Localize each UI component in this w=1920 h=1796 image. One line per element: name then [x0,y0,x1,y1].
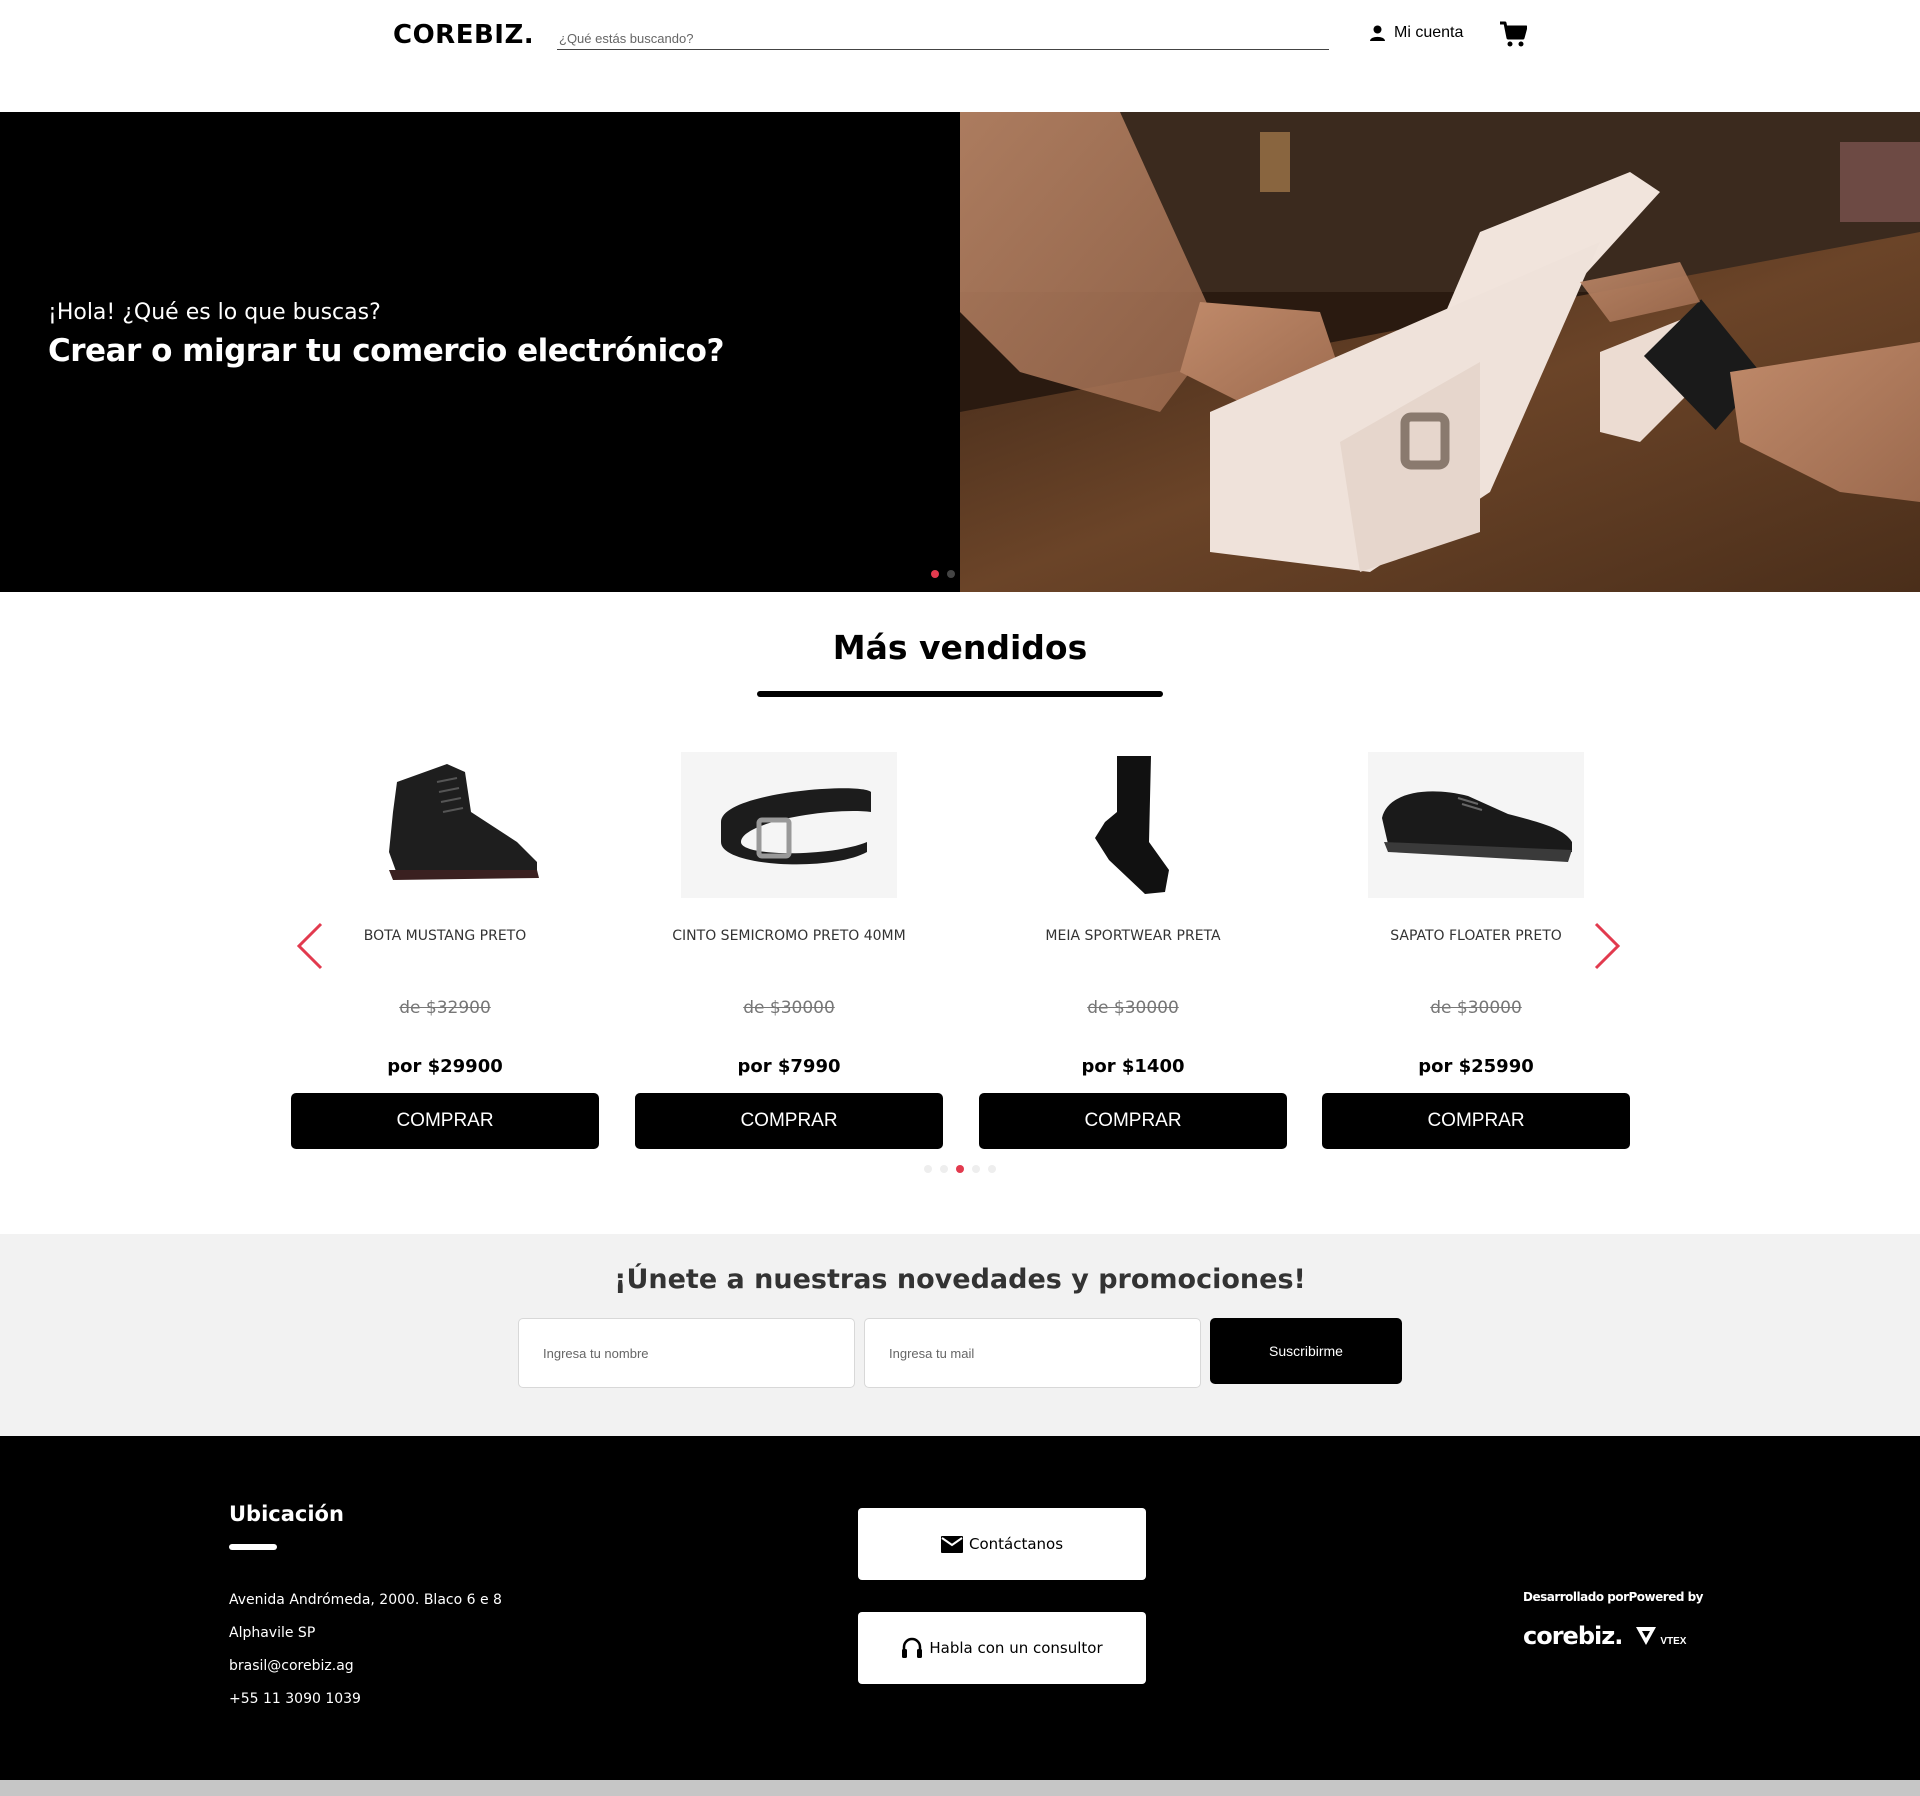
hero-subtitle: ¡Hola! ¿Qué es lo que buscas? [48,300,381,325]
carousel-dot-4[interactable] [972,1165,980,1173]
product-price: por $29900 [387,1056,503,1077]
belt-image[interactable] [681,752,897,898]
hero-text: ¡Hola! ¿Qué es lo que buscas? Crear o mi… [48,300,724,369]
boot-image[interactable] [337,752,553,898]
consultant-button[interactable]: Habla con un consultor [858,1612,1146,1684]
address-block: Avenida Andrómeda, 2000. Blaco 6 e 8 Alp… [229,1584,502,1716]
partner-logos: corebiz. VTEX [1523,1622,1686,1650]
contact-us-button[interactable]: Contáctanos [858,1508,1146,1580]
newsletter-section: ¡Únete a nuestras novedades y promocione… [0,1234,1920,1436]
contact-phone: +55 11 3090 1039 [229,1691,361,1707]
title-underline [757,691,1163,697]
carousel-dot-2[interactable] [940,1165,948,1173]
product-name[interactable]: BOTA MUSTANG PRETO [291,928,599,948]
location-underline [229,1544,277,1550]
product-card[interactable]: MEIA SPORTWEAR PRETA de $30000 por $1400… [979,752,1287,1149]
carousel-dot-3[interactable] [956,1165,964,1173]
hero-image [960,112,1920,592]
product-old-price: de $30000 [1087,998,1179,1018]
newsletter-name-input[interactable] [518,1318,855,1388]
newsletter-email-input[interactable] [864,1318,1201,1388]
product-price: por $25990 [1418,1056,1534,1077]
bottom-bar [0,1780,1920,1796]
corebiz-logo[interactable]: corebiz. [1523,1622,1623,1650]
newsletter-title: ¡Únete a nuestras novedades y promocione… [614,1264,1306,1295]
contact-us-label: Contáctanos [968,1535,1064,1553]
product-card[interactable]: BOTA MUSTANG PRETO de $32900 por $29900 … [291,752,599,1149]
vtex-mark-icon [1636,1627,1657,1645]
product-card[interactable]: SAPATO FLOATER PRETO de $30000 por $2599… [1322,752,1630,1149]
hero-title: Crear o migrar tu comercio electrónico? [48,333,724,369]
carousel-dot-1[interactable] [924,1165,932,1173]
best-sellers-title: Más vendidos [832,628,1088,667]
buy-button[interactable]: COMPRAR [1322,1093,1630,1149]
search-input[interactable] [557,28,1329,50]
product-name[interactable]: CINTO SEMICROMO PRETO 40MM [635,928,943,948]
product-old-price: de $32900 [399,998,491,1018]
developed-by-label: Desarrollado porPowered by [1523,1590,1704,1604]
product-old-price: de $30000 [743,998,835,1018]
vtex-label: VTEX [1660,1636,1687,1647]
product-old-price: de $30000 [1430,998,1522,1018]
cart-icon [1500,21,1528,47]
carousel-pagination [924,1165,996,1173]
hero-pagination [931,570,955,578]
contact-email: brasil@corebiz.ag [229,1658,354,1674]
buy-button[interactable]: COMPRAR [979,1093,1287,1149]
headset-icon [902,1637,923,1658]
carousel-dot-5[interactable] [988,1165,996,1173]
address-line2: Alphavile SP [229,1625,316,1641]
header: COREBIZ. Mi cuenta [0,0,1920,112]
envelope-icon [940,1535,963,1553]
location-title: Ubicación [229,1502,344,1526]
hero-banner: ¡Hola! ¿Qué es lo que buscas? Crear o mi… [0,112,1920,592]
shoe-image[interactable] [1368,752,1584,898]
site-logo[interactable]: COREBIZ. [393,20,534,50]
product-price: por $7990 [737,1056,841,1077]
account-link[interactable]: Mi cuenta [1370,24,1463,42]
cart-button[interactable] [1499,20,1528,53]
consultant-label: Habla con un consultor [929,1639,1103,1657]
product-price: por $1400 [1081,1056,1185,1077]
account-label: Mi cuenta [1394,24,1464,41]
user-icon [1370,25,1385,41]
vtex-logo[interactable]: VTEX [1634,1625,1686,1647]
product-name[interactable]: SAPATO FLOATER PRETO [1322,928,1630,948]
address-line1: Avenida Andrómeda, 2000. Blaco 6 e 8 [229,1592,502,1608]
product-name[interactable]: MEIA SPORTWEAR PRETA [979,928,1287,948]
subscribe-button[interactable]: Suscribirme [1210,1318,1402,1384]
buy-button[interactable]: COMPRAR [291,1093,599,1149]
product-card[interactable]: CINTO SEMICROMO PRETO 40MM de $30000 por… [635,752,943,1149]
buy-button[interactable]: COMPRAR [635,1093,943,1149]
hero-dot-2[interactable] [947,570,955,578]
hero-dot-1[interactable] [931,570,939,578]
sock-image[interactable] [1025,752,1241,898]
footer: Ubicación Avenida Andrómeda, 2000. Blaco… [0,1436,1920,1780]
